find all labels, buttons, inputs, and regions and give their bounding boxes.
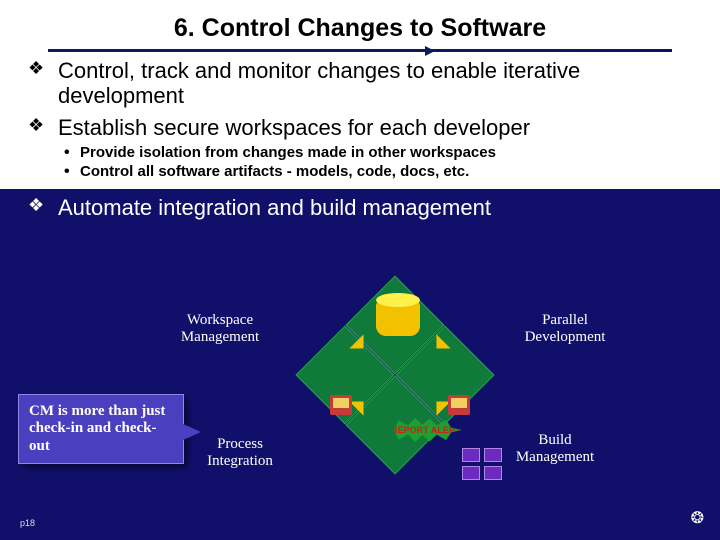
slide-title: 6. Control Changes to Software bbox=[24, 0, 696, 49]
rose-icon bbox=[330, 395, 352, 415]
bullet-item: Establish secure workspaces for each dev… bbox=[24, 115, 696, 140]
diagram-label-bottom-left: Process Integration bbox=[190, 436, 290, 469]
bullet-item-dark: Automate integration and build managemen… bbox=[24, 195, 696, 220]
title-underline bbox=[48, 49, 672, 52]
page-number: p18 bbox=[20, 518, 35, 528]
bullet-list: Control, track and monitor changes to en… bbox=[24, 58, 696, 140]
sub-bullet-list: Provide isolation from changes made in o… bbox=[24, 144, 696, 182]
callout-box: CM is more than just check-in and check-… bbox=[18, 394, 184, 464]
bullet-item: Control, track and monitor changes to en… bbox=[24, 58, 696, 109]
diagram-label-top-right: Parallel Development bbox=[510, 312, 620, 345]
sub-bullet-item: Provide isolation from changes made in o… bbox=[24, 144, 696, 163]
component-icon bbox=[462, 448, 480, 462]
gear-icon: ❂ bbox=[691, 508, 704, 528]
component-icon bbox=[462, 466, 480, 480]
diagram-label-bottom-right: Build Management bbox=[500, 432, 610, 465]
diagram-label-top-left: Workspace Management bbox=[165, 312, 275, 345]
rose-icon bbox=[448, 395, 470, 415]
sub-bullet-item: Control all software artifacts - models,… bbox=[24, 163, 696, 182]
component-icon bbox=[484, 466, 502, 480]
database-icon bbox=[376, 300, 420, 336]
